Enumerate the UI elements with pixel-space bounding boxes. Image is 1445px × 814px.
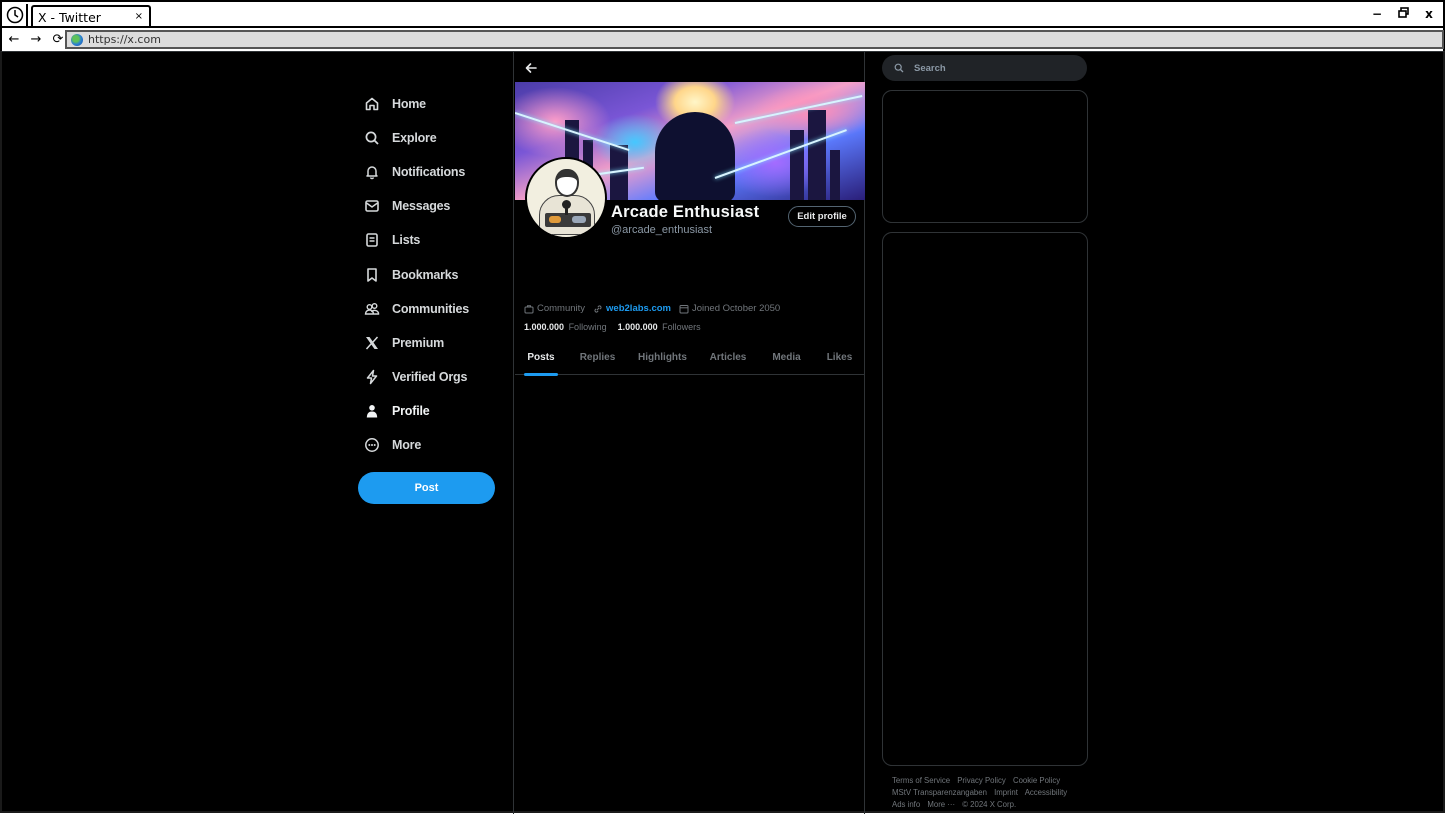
sidebar-item-communities[interactable]: Communities: [358, 292, 508, 326]
sidebar-item-label: Lists: [392, 233, 421, 248]
profile-column: Arcade Enthusiast @arcade_enthusiast Edi…: [513, 52, 865, 814]
tab-posts[interactable]: Posts: [515, 340, 567, 375]
search-input[interactable]: [914, 59, 1074, 77]
sidebar-item-explore[interactable]: Explore: [358, 121, 508, 155]
footer-link[interactable]: More ···: [927, 800, 955, 809]
sidebar-item-label: Bookmarks: [392, 267, 459, 282]
navigation-buttons: ← → ⟳: [6, 32, 66, 47]
tab-replies[interactable]: Replies: [567, 340, 628, 375]
more-circle-icon: [364, 437, 380, 453]
address-bar[interactable]: https://x.com: [65, 30, 1444, 49]
profile-category: Community: [524, 303, 585, 314]
sidebar-item-label: Verified Orgs: [392, 369, 468, 384]
back-button[interactable]: ←: [6, 32, 22, 47]
search-box[interactable]: [882, 55, 1087, 81]
footer-link[interactable]: Imprint: [994, 788, 1018, 797]
search-icon: [364, 130, 380, 146]
minimize-button[interactable]: −: [1371, 7, 1383, 21]
footer-link[interactable]: Ads info: [892, 800, 920, 809]
sidebar-item-lists[interactable]: Lists: [358, 223, 508, 257]
search-icon: [894, 63, 904, 73]
profile-avatar[interactable]: [525, 157, 607, 239]
footer-link[interactable]: Accessibility: [1025, 788, 1067, 797]
tab-highlights[interactable]: Highlights: [628, 340, 697, 375]
tab-articles[interactable]: Articles: [697, 340, 759, 375]
arcade-stick-illustration: [545, 213, 591, 227]
briefcase-icon: [524, 304, 534, 313]
restore-icon: [1397, 7, 1409, 18]
sidebar-item-more[interactable]: More: [358, 428, 508, 462]
sidebar-item-label: Messages: [392, 199, 451, 214]
post-button[interactable]: Post: [358, 472, 495, 504]
sidebar-item-label: Profile: [392, 403, 430, 418]
person-icon: [364, 403, 380, 419]
follow-stats: 1.000.000 Following 1.000.000 Followers: [524, 322, 712, 332]
banner-figure: [655, 112, 735, 200]
sidebar-item-label: Communities: [392, 301, 469, 316]
followers-link[interactable]: 1.000.000 Followers: [618, 322, 701, 332]
calendar-icon: [679, 304, 689, 313]
sidebar-item-verified-orgs[interactable]: Verified Orgs: [358, 360, 508, 394]
sidebar-item-label: Home: [392, 97, 426, 112]
sidebar-item-notifications[interactable]: Notifications: [358, 155, 508, 189]
banner-building: [808, 110, 826, 200]
link-icon: [594, 304, 602, 313]
banner-lightning: [734, 94, 863, 124]
sidebar-item-profile[interactable]: Profile: [358, 394, 508, 428]
close-window-button[interactable]: x: [1423, 7, 1435, 21]
sidebar-item-label: Explore: [392, 131, 437, 146]
home-icon: [364, 96, 380, 112]
forward-button[interactable]: →: [28, 32, 44, 47]
sidebar-item-bookmarks[interactable]: Bookmarks: [358, 257, 508, 291]
sidebar-item-label: More: [392, 437, 422, 452]
profile-website[interactable]: web2labs.com: [593, 303, 671, 314]
clock-icon: [6, 6, 24, 24]
globe-icon: [71, 34, 83, 46]
banner-building: [830, 150, 840, 200]
bookmark-icon: [364, 267, 380, 283]
sidebar-card-bottom: [882, 232, 1088, 766]
url-text[interactable]: https://x.com: [88, 33, 161, 46]
sidebar-item-messages[interactable]: Messages: [358, 189, 508, 223]
window-controls: − x: [1371, 7, 1435, 21]
banner-building: [790, 130, 804, 200]
tab-media[interactable]: Media: [759, 340, 814, 375]
footer-link[interactable]: Cookie Policy: [1013, 776, 1060, 785]
tab-likes[interactable]: Likes: [814, 340, 865, 375]
footer-link[interactable]: Terms of Service: [892, 776, 950, 785]
footer-link[interactable]: MStV Transparenzangaben: [892, 788, 987, 797]
following-link[interactable]: 1.000.000 Following: [524, 322, 607, 332]
tabbar-divider: [2, 26, 1445, 28]
x-logo-icon: [364, 335, 380, 351]
lightning-icon: [364, 369, 380, 385]
list-icon: [364, 232, 380, 248]
profile-display-name: Arcade Enthusiast: [611, 203, 760, 221]
copyright: © 2024 X Corp.: [962, 800, 1017, 809]
browser-chrome: X - Twitter × − x ← → ⟳ https://x.com: [0, 0, 1445, 51]
bell-icon: [364, 164, 380, 180]
edit-profile-button[interactable]: Edit profile: [788, 206, 856, 227]
restore-button[interactable]: [1397, 7, 1409, 21]
sidebar-card-top: [882, 90, 1088, 223]
sidebar-item-label: Notifications: [392, 165, 466, 180]
mail-icon: [364, 198, 380, 214]
history-button[interactable]: [4, 4, 28, 26]
profile-joined-date: Joined October 2050: [679, 303, 780, 314]
reload-button[interactable]: ⟳: [50, 32, 66, 47]
tab-close-button[interactable]: ×: [135, 11, 143, 22]
footer-link[interactable]: Privacy Policy: [957, 776, 1006, 785]
x-page: Home Explore Notifications Messages List…: [0, 51, 1445, 814]
left-sidebar: Home Explore Notifications Messages List…: [358, 87, 508, 504]
back-arrow-icon[interactable]: [524, 61, 538, 75]
profile-meta: Community web2labs.com Joined October 20…: [524, 303, 788, 314]
browser-tab[interactable]: X - Twitter ×: [31, 5, 151, 28]
communities-icon: [364, 301, 380, 317]
tab-title: X - Twitter: [38, 10, 101, 25]
sidebar-item-label: Premium: [392, 335, 445, 350]
sidebar-item-premium[interactable]: Premium: [358, 326, 508, 360]
sidebar-item-home[interactable]: Home: [358, 87, 508, 121]
profile-tabs: Posts Replies Highlights Articles Media …: [515, 340, 865, 375]
profile-handle: @arcade_enthusiast: [611, 224, 713, 236]
footer-links: Terms of Service Privacy Policy Cookie P…: [892, 775, 1092, 811]
